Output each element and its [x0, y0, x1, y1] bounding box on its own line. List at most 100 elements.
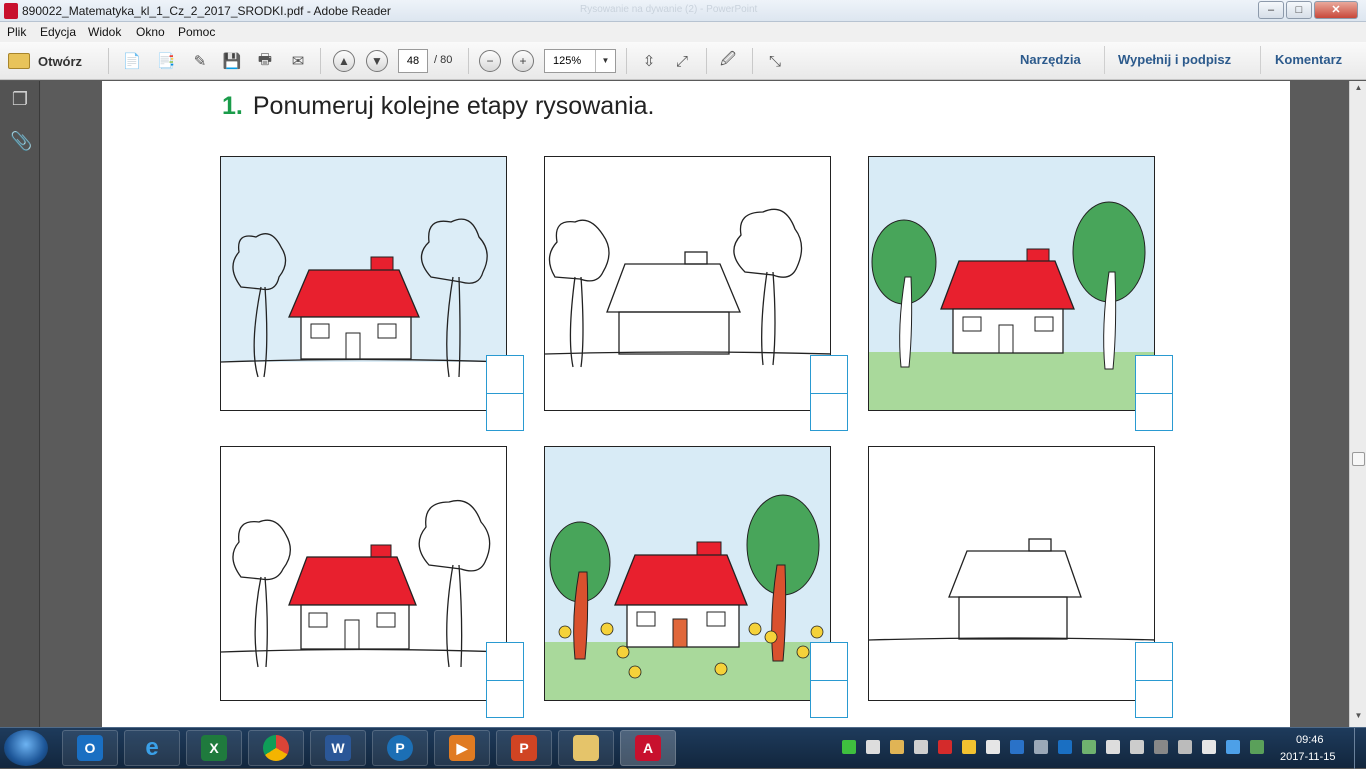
excel-icon: X: [201, 735, 227, 761]
create-pdf-icon[interactable]: 📄: [120, 50, 144, 72]
tray-app-icon[interactable]: [1154, 740, 1168, 754]
tray-app-icon[interactable]: [986, 740, 1000, 754]
menu-pomoc[interactable]: Pomoc: [178, 25, 215, 39]
drawing-stage-5: [544, 446, 831, 701]
taskbar-outlook[interactable]: O: [62, 730, 118, 766]
zoom-value: 125%: [553, 55, 582, 67]
tray-app-icon[interactable]: [1106, 740, 1120, 754]
tray-app-icon[interactable]: [1178, 740, 1192, 754]
fullscreen-icon[interactable]: ⤡: [763, 50, 787, 72]
document-viewport[interactable]: 1. Ponumeruj kolejne etapy rysowania.: [41, 81, 1349, 727]
window-title: 890022_Matematyka_kl_1_Cz_2_2017_SRODKI.…: [22, 4, 391, 18]
attachments-icon[interactable]: 📎: [10, 131, 32, 153]
page-number-input[interactable]: 48: [398, 49, 428, 73]
powerpoint-icon: P: [511, 735, 537, 761]
edit-document-icon[interactable]: ✎: [188, 50, 212, 72]
pages-icon[interactable]: ❐: [10, 89, 30, 111]
taskbar-powerpoint[interactable]: P: [496, 730, 552, 766]
export-pdf-icon[interactable]: 📑: [154, 50, 178, 72]
pdf-page: 1. Ponumeruj kolejne etapy rysowania.: [102, 81, 1290, 727]
bluetooth-icon[interactable]: [1010, 740, 1024, 754]
email-icon[interactable]: ✉: [286, 50, 310, 72]
save-icon[interactable]: 💾: [220, 50, 244, 72]
maximize-button[interactable]: □: [1286, 1, 1312, 19]
menu-edycja[interactable]: Edycja: [40, 25, 76, 39]
taskbar-media[interactable]: ▶: [434, 730, 490, 766]
answer-box-1[interactable]: [486, 355, 524, 431]
fit-page-icon[interactable]: ⇳: [638, 50, 660, 72]
show-desktop-button[interactable]: [1354, 728, 1366, 769]
toolbar-separator: [1104, 46, 1105, 74]
fit-width-icon[interactable]: ⤢: [671, 50, 693, 72]
tray-outlook-icon[interactable]: [1058, 740, 1072, 754]
folder-icon: [573, 735, 599, 761]
taskbar-explorer[interactable]: [558, 730, 614, 766]
vertical-scrollbar[interactable]: ▲ ▼: [1349, 81, 1366, 727]
tray-app-icon[interactable]: [866, 740, 880, 754]
word-icon: W: [325, 735, 351, 761]
exercise-number: 1.: [222, 92, 243, 120]
drawing-stage-2: [544, 156, 831, 411]
tray-app-icon[interactable]: [842, 740, 856, 754]
fill-sign-link[interactable]: Wypełnij i podpisz: [1118, 52, 1231, 67]
taskbar-chrome[interactable]: [248, 730, 304, 766]
house-illustration: [221, 499, 506, 668]
chrome-icon: [263, 735, 289, 761]
taskbar-adobe-reader[interactable]: A: [620, 730, 676, 766]
network-signal-icon[interactable]: [1202, 740, 1216, 754]
scroll-thumb[interactable]: [1352, 452, 1365, 466]
adobe-reader-icon: A: [635, 735, 661, 761]
open-button[interactable]: Otwórz: [8, 50, 92, 72]
taskbar-excel[interactable]: X: [186, 730, 242, 766]
toolbar-separator: [626, 48, 627, 74]
toolbar-separator: [468, 48, 469, 74]
drawing-stage-6: [868, 446, 1155, 701]
volume-icon[interactable]: [914, 740, 928, 754]
tray-app-icon[interactable]: [938, 740, 952, 754]
action-center-icon[interactable]: [1130, 740, 1144, 754]
tray-app-icon[interactable]: [962, 740, 976, 754]
background-window-title: Rysowanie na dywanie (2) - PowerPoint: [580, 4, 758, 15]
minimize-button[interactable]: –: [1258, 1, 1284, 19]
house-illustration: [545, 447, 830, 700]
previous-page-button[interactable]: ▲: [333, 50, 355, 72]
menu-okno[interactable]: Okno: [136, 25, 165, 39]
toolbar-separator: [1260, 46, 1261, 74]
menu-bar: Plik Edycja Widok Okno Pomoc: [0, 22, 1366, 42]
scroll-down-icon[interactable]: ▼: [1352, 711, 1365, 725]
monitor-icon[interactable]: [1034, 740, 1048, 754]
battery-icon[interactable]: [1250, 740, 1264, 754]
sign-icon[interactable]: 🖉: [716, 50, 740, 72]
house-illustration: [545, 208, 830, 368]
menu-plik[interactable]: Plik: [7, 25, 26, 39]
tray-app-icon[interactable]: [1226, 740, 1240, 754]
answer-box-4[interactable]: [486, 642, 524, 718]
scroll-up-icon[interactable]: ▲: [1352, 83, 1365, 97]
tray-mail-icon[interactable]: [890, 740, 904, 754]
tray-app-icon[interactable]: [1082, 740, 1096, 754]
answer-box-3[interactable]: [1135, 355, 1173, 431]
answer-box-6[interactable]: [1135, 642, 1173, 718]
print-icon[interactable]: 🖶: [253, 50, 277, 72]
zoom-in-button[interactable]: +: [512, 50, 534, 72]
clock-time[interactable]: 09:46: [1296, 734, 1324, 746]
taskbar-word[interactable]: W: [310, 730, 366, 766]
menu-widok[interactable]: Widok: [88, 25, 121, 39]
chevron-down-icon[interactable]: ▼: [595, 50, 615, 72]
answer-box-2[interactable]: [810, 355, 848, 431]
clock-date[interactable]: 2017-11-15: [1280, 751, 1335, 763]
start-button[interactable]: [4, 730, 48, 766]
tools-link[interactable]: Narzędzia: [1020, 52, 1081, 67]
next-page-button[interactable]: ▼: [366, 50, 388, 72]
zoom-select[interactable]: 125% ▼: [544, 49, 616, 73]
open-label: Otwórz: [38, 53, 83, 69]
taskbar: O e X W P ▶ P A 09:46 2017-11-15: [0, 727, 1366, 769]
zoom-out-button[interactable]: −: [479, 50, 501, 72]
taskbar-internet-explorer[interactable]: e: [124, 730, 180, 766]
answer-box-5[interactable]: [810, 642, 848, 718]
title-bar: 890022_Matematyka_kl_1_Cz_2_2017_SRODKI.…: [0, 0, 1366, 22]
drawing-stage-3: [868, 156, 1155, 411]
taskbar-pandora[interactable]: P: [372, 730, 428, 766]
comment-link[interactable]: Komentarz: [1275, 52, 1342, 67]
close-button[interactable]: ✕: [1314, 1, 1358, 19]
